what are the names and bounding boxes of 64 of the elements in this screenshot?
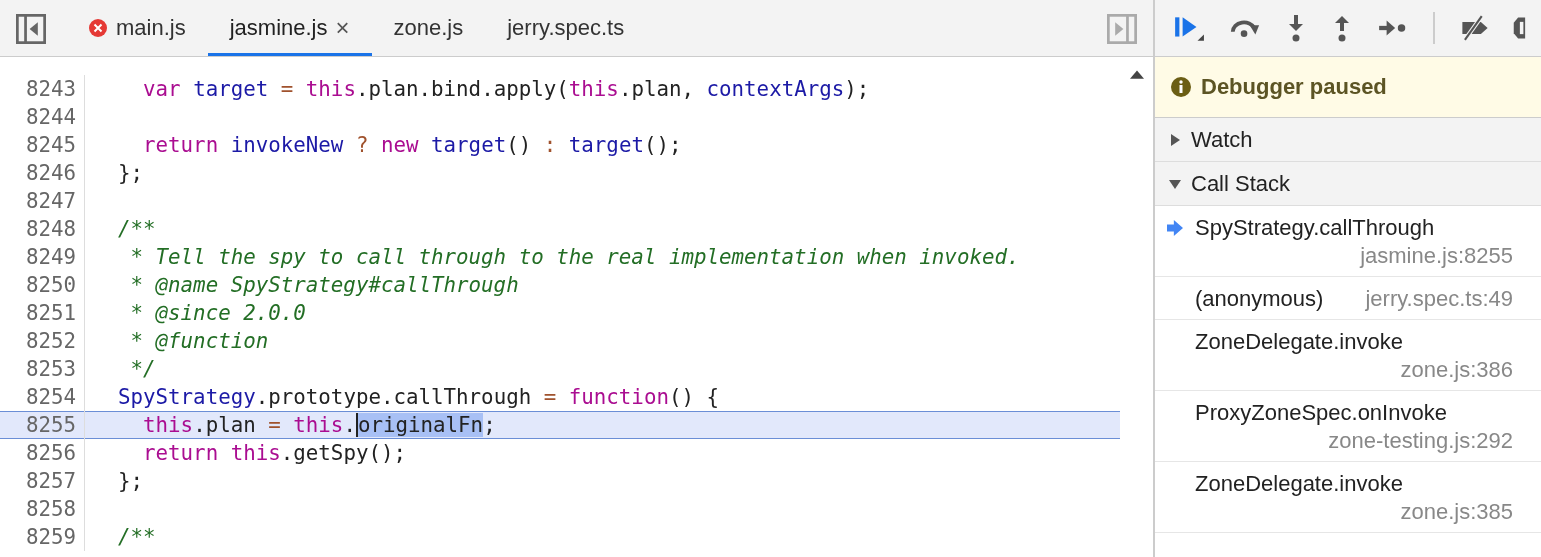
scroll-up-icon[interactable] [1129,69,1144,79]
line-number: 8246 [0,159,85,187]
frame-location: zone.js:385 [1399,498,1513,526]
close-icon[interactable]: × [335,14,350,42]
code-line: return this.getSpy(); [142,441,406,465]
code-line: this.plan = this.originalFn; [142,413,496,437]
call-frame[interactable]: ZoneDelegate.invoke zone.js:386 [1155,320,1541,391]
sidebar-toggle-icon[interactable] [16,14,46,44]
resume-icon[interactable] [1173,14,1205,42]
line-number: 8243 [0,75,85,103]
sidebar-toggle-icon[interactable] [1107,14,1137,44]
line-number: 8247 [0,187,85,215]
code-line: /** [118,217,156,241]
section-header[interactable]: Watch [1155,118,1541,162]
line-number: 8258 [0,495,85,523]
code-line: * Tell the spy to call through to the real implementation when invoked. [129,245,1020,269]
frame-location: jerry.spec.ts:49 [1364,285,1513,313]
tab-label: main.js [116,15,186,41]
line-number: 8251 [0,299,85,327]
collapsed-triangle-icon [1169,133,1181,146]
code-line: * @function [129,329,269,353]
line-number: 8245 [0,131,85,159]
code-line: }; [118,469,144,493]
code-line: * @since 2.0.0 [129,301,306,325]
file-tab[interactable]: main.js [66,0,208,56]
frame-name: ZoneDelegate.invoke [1195,328,1403,356]
line-number: 8250 [0,271,85,299]
frame-name: ZoneDelegate.invoke [1195,470,1403,498]
banner-text: Debugger paused [1201,74,1387,100]
file-tab[interactable]: jerry.spec.ts [485,0,647,56]
tab-label: zone.js [393,15,464,41]
line-number: 8248 [0,215,85,243]
line-number: 8253 [0,355,85,383]
code-line: * @name SpyStrategy#callThrough [129,273,519,297]
call-frame[interactable]: ZoneDelegate.invoke zone.js:385 [1155,462,1541,533]
frame-name: ProxyZoneSpec.onInvoke [1195,399,1447,427]
line-number: 8252 [0,327,85,355]
file-tab[interactable]: jasmine.js × [207,0,372,56]
expanded-triangle-icon [1169,177,1181,190]
call-frame[interactable]: SpyStrategy.callThrough jasmine.js:8255 [1155,206,1541,277]
tab-label: jasmine.js [229,15,328,41]
line-number: 8257 [0,467,85,495]
code-line: SpyStrategy.prototype.callThrough = function() { [118,385,720,409]
tab-label: jerry.spec.ts [507,15,625,41]
code-line: */ [129,357,156,381]
line-number: 8244 [0,103,85,131]
frame-location: zone.js:386 [1399,356,1513,384]
code-line: }; [118,161,144,185]
frame-location: jasmine.js:8255 [1358,242,1513,270]
line-number: 8259 [0,523,85,551]
file-tab[interactable]: zone.js [371,0,486,56]
call-frame[interactable]: ProxyZoneSpec.onInvoke zone-testing.js:292 [1155,391,1541,462]
line-number: 8255 [0,411,85,439]
call-frame[interactable]: (anonymous) jerry.spec.ts:49 [1155,277,1541,320]
frame-location: zone-testing.js:292 [1327,427,1513,455]
line-number: 8249 [0,243,85,271]
line-number: 8256 [0,439,85,467]
section-header[interactable]: Call Stack [1155,162,1541,206]
info-icon [1171,77,1191,97]
frame-name: (anonymous) [1195,285,1324,313]
code-line: return invokeNew ? new target() : target(); [142,133,682,157]
code-line: /** [118,525,156,549]
code-line: var target = this.plan.bind.apply(this.plan, contextArgs); [142,77,870,101]
frame-name: SpyStrategy.callThrough [1195,214,1435,242]
